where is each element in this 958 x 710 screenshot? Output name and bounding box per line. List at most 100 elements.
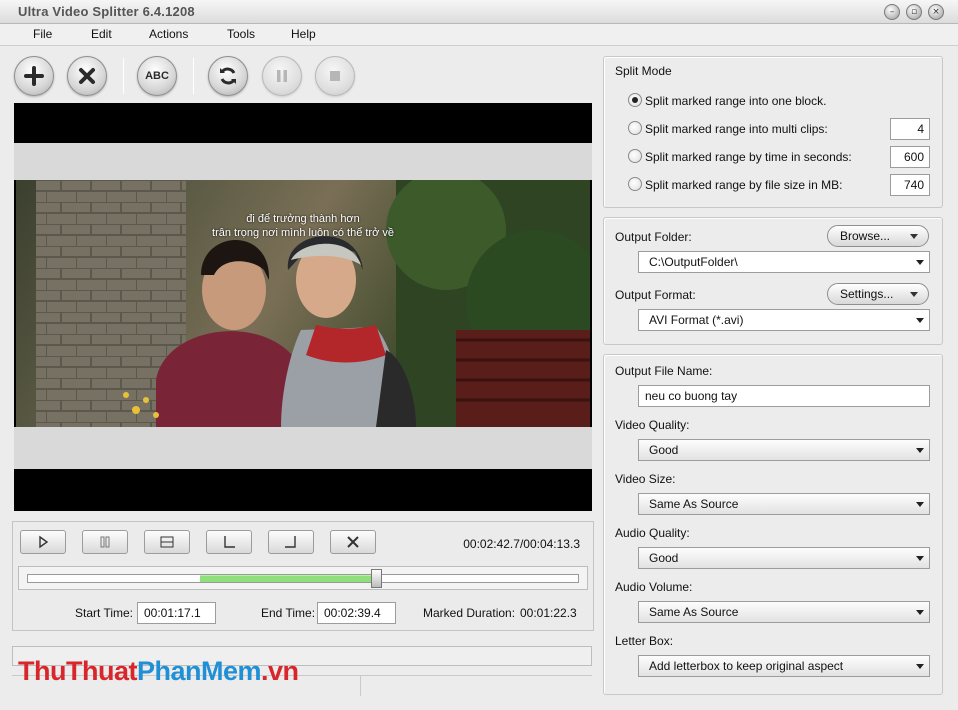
split-by-time-radio[interactable] [628, 149, 642, 163]
video-size-label: Video Size: [615, 472, 676, 486]
stop-icon [330, 71, 340, 81]
letter-box-select[interactable]: Add letterbox to keep original aspect [638, 655, 930, 677]
output-format-combo[interactable]: AVI Format (*.avi) [638, 309, 930, 331]
audio-quality-label: Audio Quality: [615, 526, 690, 540]
audio-quality-value: Good [649, 551, 679, 565]
x-icon [79, 68, 95, 84]
play-button[interactable] [20, 530, 66, 554]
slider-rail [27, 569, 579, 588]
letterbox-band-top [14, 143, 592, 180]
output-folder-value: C:\OutputFolder\ [649, 255, 738, 269]
chevron-down-icon [911, 494, 929, 514]
menu-actions[interactable]: Actions [149, 27, 188, 41]
watermark: ThuThuatPhanMem.vn [18, 656, 299, 687]
chevron-down-icon[interactable] [911, 310, 929, 330]
letterbox-band-bottom [14, 427, 592, 469]
set-start-button[interactable] [206, 530, 252, 554]
marked-duration-value: 00:01:22.3 [520, 606, 577, 620]
slider-thumb[interactable] [371, 569, 382, 588]
subtitle-line-1: đi để trưởng thành hơn [246, 213, 360, 225]
end-time-field[interactable]: 00:02:39.4 [317, 602, 396, 624]
chevron-down-icon [911, 548, 929, 568]
split-multi-clips-label: Split marked range into multi clips: [645, 122, 828, 136]
menu-help[interactable]: Help [291, 27, 316, 41]
stop-all-button[interactable] [315, 56, 355, 96]
video-quality-select[interactable]: Good [638, 439, 930, 461]
subtitle-line-2: trân trọng nơi mình luôn có thể trở về [212, 227, 394, 239]
split-by-time-label: Split marked range by time in seconds: [645, 150, 852, 164]
close-icon: × [932, 7, 940, 17]
audio-volume-select[interactable]: Same As Source [638, 601, 930, 623]
convert-button[interactable] [208, 56, 248, 96]
marked-range [200, 575, 377, 582]
end-time-label: End Time: [261, 606, 316, 620]
play-icon [39, 535, 49, 549]
split-seconds-field[interactable]: 600 [890, 146, 930, 168]
start-time-label: Start Time: [75, 606, 134, 620]
toolbar-separator [123, 58, 124, 94]
settings-button-label: Settings... [840, 287, 894, 301]
plus-icon [24, 66, 44, 86]
toolbar-separator [193, 58, 194, 94]
stop-button[interactable] [144, 530, 190, 554]
set-end-button[interactable] [268, 530, 314, 554]
pause-all-button[interactable] [262, 56, 302, 96]
split-size-field[interactable]: 740 [890, 174, 930, 196]
watermark-part-1: ThuThuat [18, 656, 137, 686]
video-preview: đi để trưởng thành hơn trân trọng nơi mì… [14, 103, 592, 511]
status-divider [360, 676, 361, 696]
output-format-label: Output Format: [615, 288, 696, 302]
multi-clips-count-field[interactable]: 4 [890, 118, 930, 140]
browse-button-label: Browse... [840, 229, 891, 243]
close-button[interactable]: × [928, 4, 944, 20]
menu-edit[interactable]: Edit [91, 27, 112, 41]
split-by-size-label: Split marked range by file size in MB: [645, 178, 843, 192]
minimize-icon: – [889, 7, 895, 17]
chevron-down-icon [911, 440, 929, 460]
chevron-down-icon[interactable] [911, 252, 929, 272]
menu-bar: File Edit Actions Tools Help [0, 24, 958, 46]
audio-volume-label: Audio Volume: [615, 580, 693, 594]
video-size-select[interactable]: Same As Source [638, 493, 930, 515]
menu-tools[interactable]: Tools [227, 27, 255, 41]
split-one-block-label: Split marked range into one block. [645, 94, 827, 108]
menu-file[interactable]: File [33, 27, 52, 41]
abc-icon: ABC [145, 70, 169, 82]
mark-end-icon [285, 536, 296, 548]
minimize-button[interactable]: – [884, 4, 900, 20]
letter-box-label: Letter Box: [615, 634, 674, 648]
chevron-down-icon [911, 656, 929, 676]
video-frame: đi để trưởng thành hơn trân trọng nơi mì… [16, 180, 590, 427]
split-multi-clips-radio[interactable] [628, 121, 642, 135]
pause-icon [277, 70, 287, 82]
output-format-value: AVI Format (*.avi) [649, 313, 744, 327]
restore-button[interactable]: ▫ [906, 4, 922, 20]
split-one-block-radio[interactable] [628, 93, 642, 107]
x-icon [347, 536, 359, 548]
refresh-icon [220, 67, 236, 85]
audio-volume-value: Same As Source [649, 605, 739, 619]
watermark-part-3: .vn [261, 656, 299, 686]
stop-icon [160, 536, 174, 548]
video-quality-value: Good [649, 443, 679, 457]
rename-button[interactable]: ABC [137, 56, 177, 96]
browse-button[interactable]: Browse... [827, 225, 929, 247]
output-file-name-label: Output File Name: [615, 364, 713, 378]
mark-start-icon [224, 536, 235, 548]
split-by-size-radio[interactable] [628, 177, 642, 191]
current-time: 00:02:42.7/00:04:13.3 [463, 537, 580, 551]
add-button[interactable] [14, 56, 54, 96]
video-size-value: Same As Source [649, 497, 739, 511]
remove-button[interactable] [67, 56, 107, 96]
start-time-field[interactable]: 00:01:17.1 [137, 602, 216, 624]
pause-button[interactable] [82, 530, 128, 554]
clear-marks-button[interactable] [330, 530, 376, 554]
output-folder-combo[interactable]: C:\OutputFolder\ [638, 251, 930, 273]
letter-box-value: Add letterbox to keep original aspect [649, 659, 844, 673]
restore-icon: ▫ [910, 7, 918, 17]
output-file-name-field[interactable]: neu co buong tay [638, 385, 930, 407]
seek-slider[interactable] [18, 566, 588, 590]
marked-duration-label: Marked Duration: [423, 606, 516, 620]
audio-quality-select[interactable]: Good [638, 547, 930, 569]
settings-button[interactable]: Settings... [827, 283, 929, 305]
